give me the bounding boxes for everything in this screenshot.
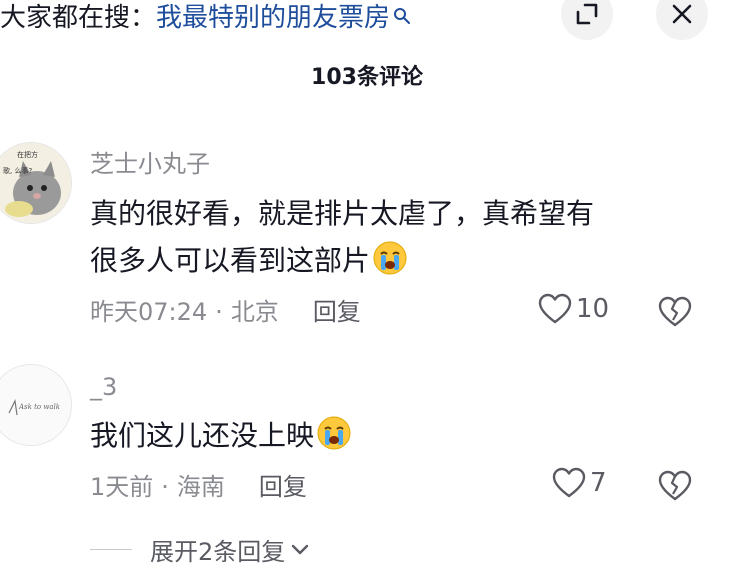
- broken-heart-icon: [658, 296, 692, 327]
- comment-time: 昨天07:24: [90, 298, 208, 326]
- comment-text: 我们这儿还没上映: [90, 412, 690, 459]
- search-suggestion-bar[interactable]: 大家都在搜： 我最特别的朋友票房: [0, 0, 412, 36]
- dislike-button[interactable]: [658, 470, 692, 506]
- svg-text:歌, 么事?: 歌, 么事?: [3, 166, 32, 175]
- expand-replies-button[interactable]: 展开2条回复: [90, 531, 311, 567]
- like-button[interactable]: 7: [552, 467, 607, 499]
- svg-text:Ask to walk: Ask to walk: [18, 403, 60, 411]
- cat-avatar-image: 在把方 歌, 么事?: [0, 143, 71, 223]
- like-count: 7: [590, 468, 607, 498]
- comment-meta: 1天前 · 海南 回复: [90, 473, 307, 501]
- reply-button[interactable]: 回复: [313, 298, 361, 326]
- crying-emoji-icon: [316, 415, 352, 451]
- comment-text-line: 我们这儿还没上映: [90, 419, 315, 452]
- expand-replies-label: 展开2条回复: [150, 537, 286, 566]
- like-button[interactable]: 10: [538, 293, 609, 325]
- heart-icon: [552, 467, 586, 498]
- chevron-down-icon: [292, 544, 309, 555]
- handwriting-avatar-image: Ask to walk: [0, 365, 71, 445]
- crying-emoji-icon: [372, 240, 408, 276]
- comment-meta: 昨天07:24 · 北京 回复: [90, 298, 361, 326]
- reply-button[interactable]: 回复: [259, 473, 307, 501]
- close-icon: [670, 2, 694, 26]
- avatar[interactable]: 在把方 歌, 么事?: [0, 142, 72, 224]
- dislike-button[interactable]: [658, 296, 692, 332]
- search-icon: [392, 0, 412, 24]
- close-button[interactable]: [656, 0, 708, 40]
- comment-username[interactable]: _3: [90, 372, 117, 402]
- like-count: 10: [576, 294, 610, 324]
- expand-button[interactable]: [561, 0, 613, 40]
- comment-count-title: 103条评论: [311, 65, 423, 90]
- heart-icon: [538, 293, 572, 324]
- comment-text: 真的很好看，就是排片太虐了，真希望有 很多人可以看到这部片: [90, 190, 690, 284]
- broken-heart-icon: [658, 470, 692, 501]
- svg-text:在把方: 在把方: [17, 150, 38, 159]
- divider-line: [90, 548, 132, 550]
- comment-text-line: 真的很好看，就是排片太虐了，真希望有: [90, 197, 595, 230]
- comment-username[interactable]: 芝士小丸子: [90, 149, 210, 179]
- comment-text-line: 很多人可以看到这部片: [90, 237, 690, 284]
- avatar[interactable]: Ask to walk: [0, 364, 72, 446]
- search-term-link[interactable]: 我最特别的朋友票房: [156, 0, 390, 36]
- comment-location: 海南: [176, 473, 225, 501]
- search-prefix-label: 大家都在搜：: [0, 3, 157, 33]
- expand-icon: [574, 1, 600, 27]
- comment-location: 北京: [230, 298, 279, 326]
- comment-time: 1天前: [90, 473, 154, 501]
- comments-page: 大家都在搜： 我最特别的朋友票房 103条评论 在把方 歌, 么事? 芝士小丸子…: [0, 0, 734, 575]
